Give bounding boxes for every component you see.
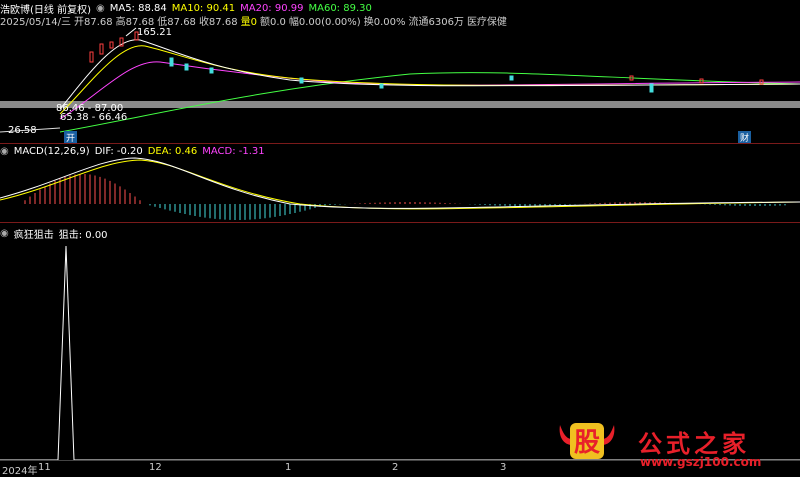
time-tick-12: 12: [149, 462, 162, 473]
price-chart[interactable]: [0, 24, 800, 142]
time-tick-11: 11: [38, 462, 51, 473]
time-tick-1: 1: [285, 462, 292, 473]
watermark-stock-char: 股: [574, 428, 600, 458]
bull-logo-icon: 股: [559, 423, 615, 459]
ma5-line: [59, 39, 800, 110]
macd-chart[interactable]: [0, 156, 800, 222]
band-bottom-label: 65.38 - 66.46: [60, 112, 128, 123]
peak-label: 165.21: [137, 27, 172, 38]
watermark-url: www.gszj100.com: [640, 455, 762, 469]
time-tick-3: 3: [500, 462, 507, 473]
panel-divider-2[interactable]: [0, 222, 800, 223]
time-tick-year: 2024年: [2, 466, 38, 477]
time-tick-2: 2: [392, 462, 399, 473]
watermark-site: 公式之家: [638, 429, 750, 458]
macd-histogram: [24, 174, 786, 220]
low-label: 26.58: [8, 125, 37, 136]
panel-divider-1[interactable]: [0, 143, 800, 144]
